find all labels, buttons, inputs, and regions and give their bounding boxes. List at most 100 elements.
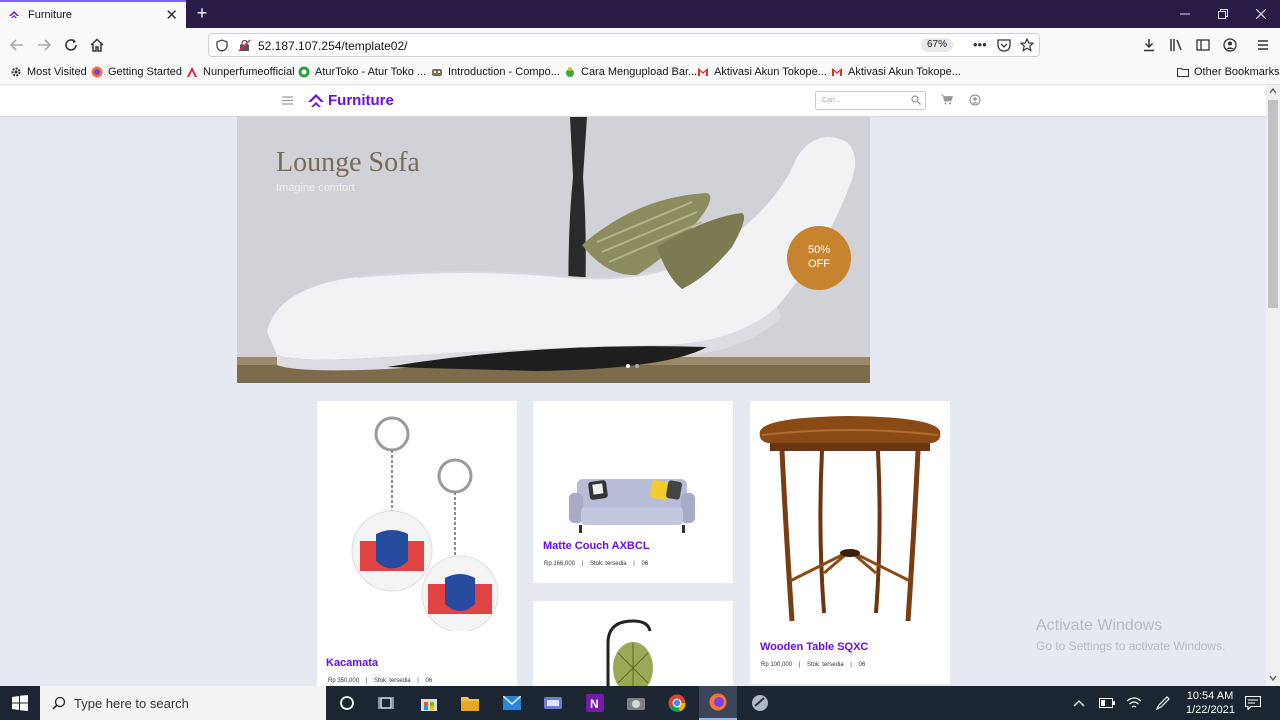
notifications-icon[interactable] [1241, 691, 1265, 715]
carousel-dot-active[interactable] [626, 364, 630, 368]
search-placeholder: Cari... [822, 97, 841, 104]
meta-separator: | [798, 662, 801, 668]
product-meta: Rp 350,000 | Stok: tersedia | 06 [328, 678, 432, 684]
product-card[interactable] [533, 601, 733, 686]
store-icon[interactable] [417, 691, 441, 715]
shield-icon[interactable] [216, 39, 228, 52]
bookmark-aturtoko[interactable]: AturToko - Atur Toko ... [298, 66, 426, 78]
product-qty: 06 [425, 678, 433, 684]
product-stock: Stok: tersedia [589, 561, 627, 567]
onenote-icon[interactable]: N [583, 691, 607, 715]
taskbar-search-input[interactable]: Type here to search [40, 686, 326, 720]
hamburger-menu-icon[interactable] [282, 96, 293, 105]
insecure-lock-icon[interactable] [238, 39, 251, 52]
menu-icon[interactable] [1252, 34, 1274, 56]
bookmark-most-visited[interactable]: Most Visited [10, 66, 87, 78]
search-icon[interactable] [911, 95, 921, 105]
forward-icon[interactable] [33, 34, 55, 56]
scrollbar-thumb[interactable] [1268, 100, 1278, 308]
discount-badge: 50% OFF [787, 226, 851, 290]
hero-subtitle: Imagine comfort [276, 182, 355, 194]
bookmark-aktivasi-2[interactable]: Aktivasi Akun Tokope... [831, 66, 961, 78]
app-icon[interactable] [748, 691, 772, 715]
bookmark-cara-mengupload[interactable]: Cara Mengupload Bar... [564, 66, 697, 78]
bookmark-label: Most Visited [27, 66, 87, 78]
pen-icon[interactable] [1151, 691, 1175, 715]
badge-label: OFF [808, 258, 830, 270]
restore-icon[interactable] [1204, 0, 1242, 28]
windows-start-icon[interactable] [8, 691, 32, 715]
page-actions-icon[interactable]: ••• [973, 37, 987, 52]
bookmark-label: AturToko - Atur Toko ... [315, 66, 427, 78]
bookmark-nunperfume[interactable]: Nunperfumeofficial [186, 66, 295, 78]
mail-icon[interactable] [500, 691, 524, 715]
wifi-icon[interactable] [1122, 691, 1146, 715]
svg-text:N: N [590, 697, 599, 711]
new-tab-button[interactable]: + [192, 3, 212, 23]
product-stock: Stok: tersedia [806, 662, 844, 668]
reload-icon[interactable] [60, 34, 82, 56]
web-page: Furniture Cari... Lounge Sofa Imagine co… [0, 85, 1266, 686]
zoom-level-button[interactable]: 67% [921, 38, 953, 52]
keychain-image [351, 416, 499, 631]
bookmark-icon [432, 69, 442, 76]
product-name[interactable]: Wooden Table SQXC [760, 641, 868, 653]
product-card[interactable]: Wooden Table SQXC Rp 100,000 | Stok: ter… [750, 401, 950, 684]
user-icon[interactable] [969, 94, 981, 106]
meta-separator: | [417, 678, 419, 684]
meta-separator: | [633, 561, 635, 567]
brand-logo-icon [9, 11, 19, 18]
carousel-dot[interactable] [635, 364, 639, 368]
camera-icon[interactable] [624, 691, 648, 715]
green-globe-icon [298, 66, 310, 78]
meta-separator: | [850, 662, 852, 668]
chrome-icon[interactable] [665, 691, 689, 715]
back-icon[interactable] [6, 34, 28, 56]
minimize-icon[interactable] [1166, 0, 1204, 28]
downloads-icon[interactable] [1138, 34, 1160, 56]
gear-icon [11, 67, 21, 77]
brand-logo[interactable]: Furniture [307, 92, 394, 109]
product-price: Rp 166,000 [544, 561, 576, 567]
other-bookmarks[interactable]: Other Bookmarks [1177, 66, 1280, 78]
url-bar[interactable]: 52.187.107.254/template02/ 67% ••• [208, 33, 1040, 57]
star-icon[interactable] [1020, 38, 1034, 52]
close-window-icon[interactable] [1242, 0, 1280, 28]
gmail-icon [698, 68, 708, 76]
library-icon[interactable] [1165, 34, 1187, 56]
bookmark-aktivasi-1[interactable]: Aktivasi Akun Tokope... [697, 66, 827, 78]
chevron-up-icon[interactable] [1067, 691, 1091, 715]
hero-carousel[interactable]: Lounge Sofa Imagine comfort 50% OFF [237, 117, 870, 383]
bookmark-introduction[interactable]: Introduction - Compo... [431, 66, 560, 78]
account-icon[interactable] [1219, 34, 1241, 56]
cart-icon[interactable] [941, 94, 953, 105]
bookmark-label: Other Bookmarks [1194, 66, 1280, 78]
bookmark-label: Nunperfumeofficial [203, 66, 295, 78]
scroll-up-icon[interactable] [1269, 88, 1277, 94]
battery-icon[interactable] [1095, 691, 1119, 715]
search-input[interactable]: Cari... [815, 91, 926, 110]
product-name[interactable]: Matte Couch AXBCL [543, 540, 650, 552]
firefox-active-app[interactable] [699, 686, 737, 720]
bookmarks-toolbar: Most Visited Getting Started Nunperfumeo… [0, 61, 1280, 85]
app-icon[interactable] [541, 691, 565, 715]
product-card[interactable]: Matte Couch AXBCL Rp 166,000 | Stok: ter… [533, 401, 733, 583]
file-explorer-icon[interactable] [458, 691, 482, 715]
bookmark-label: Aktivasi Akun Tokope... [848, 66, 961, 78]
sidebar-icon[interactable] [1192, 34, 1214, 56]
bookmark-getting-started[interactable]: Getting Started [91, 66, 182, 78]
close-tab-icon[interactable]: ✕ [165, 8, 178, 23]
tab-furniture[interactable]: Furniture ✕ [0, 0, 186, 28]
bug-icon [566, 67, 574, 77]
product-stock: Stok: tersedia [373, 678, 411, 684]
task-view-icon[interactable] [374, 691, 398, 715]
scroll-down-icon[interactable] [1269, 675, 1277, 681]
product-name[interactable]: Kacamata [326, 657, 378, 669]
taskbar: Type here to search N 10:54 AM 1/22/2021 [0, 686, 1280, 720]
cortana-icon[interactable] [335, 691, 359, 715]
system-clock[interactable]: 10:54 AM 1/22/2021 [1186, 689, 1235, 717]
home-icon[interactable] [86, 34, 108, 56]
product-card[interactable]: Kacamata Rp 350,000 | Stok: tersedia | 0… [317, 401, 517, 686]
pocket-icon[interactable] [997, 39, 1011, 52]
product-price: Rp 350,000 [328, 678, 360, 684]
